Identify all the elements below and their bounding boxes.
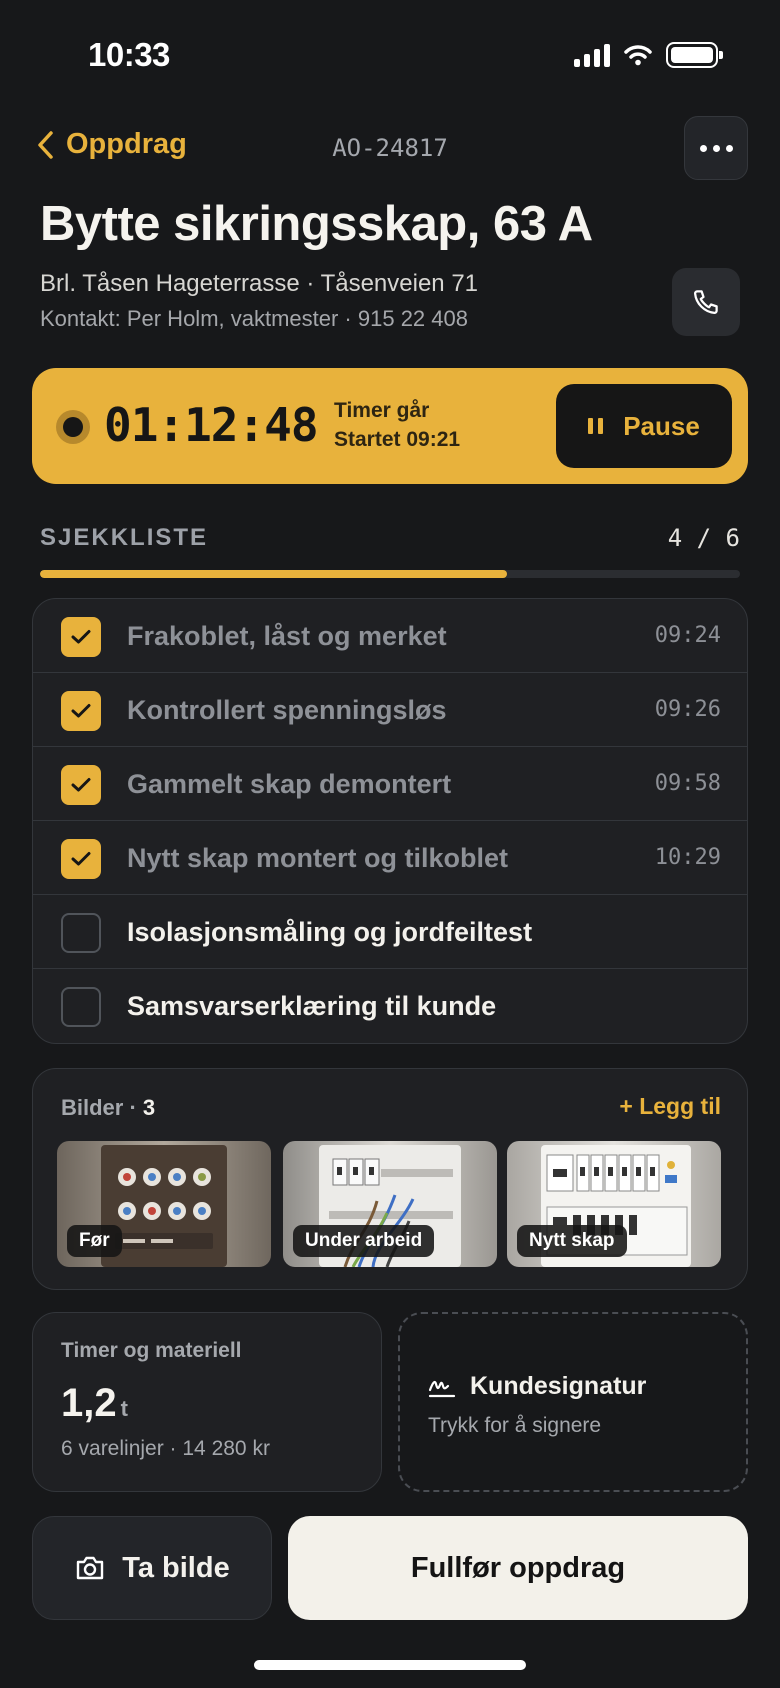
call-button[interactable]	[672, 268, 740, 336]
plus-icon: +	[619, 1093, 633, 1119]
more-button[interactable]	[684, 116, 748, 180]
camera-icon	[77, 1556, 104, 1580]
check-icon	[71, 630, 91, 644]
checklist-item-label: Frakoblet, låst og merket	[127, 621, 447, 651]
checklist-item-time: 09:24	[654, 623, 721, 648]
status-icons	[574, 42, 723, 68]
checklist-progress-bar	[40, 570, 740, 578]
materials-card[interactable]: Timer og materiell 1,2 t 6 varelinjer · 1…	[32, 1312, 382, 1492]
signature-card[interactable]: Kundesignatur Trykk for å signere	[398, 1312, 748, 1492]
phone-icon	[693, 290, 718, 315]
checklist-item-label: Samsvarserklæring til kunde	[127, 991, 497, 1021]
home-indicator	[254, 1660, 526, 1670]
checklist: Frakoblet, låst og merket 09:24 Kontroll…	[32, 598, 748, 1044]
checkbox[interactable]	[61, 765, 101, 805]
checklist-item[interactable]: Isolasjonsmåling og jordfeiltest	[33, 895, 747, 969]
materials-summary: 6 varelinjer · 14 280 kr	[61, 1437, 270, 1460]
checklist-item-time: 10:29	[654, 845, 721, 870]
status-time: 10:33	[88, 36, 170, 73]
checklist-item-label: Nytt skap montert og tilkoblet	[127, 843, 509, 873]
checkbox[interactable]	[61, 839, 101, 879]
photo-tag: Under arbeid	[293, 1225, 435, 1257]
signature-hint: Trykk for å signere	[428, 1414, 602, 1437]
checklist-item[interactable]: Gammelt skap demontert 09:58	[33, 747, 747, 821]
photos-count: 3	[142, 1095, 156, 1120]
materials-title: Timer og materiell	[61, 1339, 242, 1362]
job-id: AO-24817	[332, 134, 448, 162]
status-bar: 10:33	[0, 0, 780, 110]
checklist-progress-count: 4 / 6	[667, 524, 740, 552]
photos-title: Bilder · 3	[61, 1095, 155, 1121]
checklist-item[interactable]: Nytt skap montert og tilkoblet 10:29	[33, 821, 747, 895]
timer-value: 01:12:48	[104, 398, 319, 452]
add-photo-label: Legg til	[639, 1093, 721, 1119]
timer-card: 01:12:48 Timer går Startet 09:21 Pause	[32, 368, 748, 484]
pause-button[interactable]: Pause	[556, 384, 732, 468]
job-contact: Kontakt: Per Holm, vaktmester · 915 22 4…	[40, 306, 468, 331]
checkbox[interactable]	[61, 617, 101, 657]
checklist-item-label: Kontrollert spenningsløs	[127, 695, 447, 725]
checklist-item[interactable]: Samsvarserklæring til kunde	[33, 969, 747, 1043]
photos-title-label: Bilder ·	[61, 1095, 137, 1120]
checklist-item-label: Isolasjonsmåling og jordfeiltest	[127, 917, 533, 947]
materials-hours-value: 1,2	[61, 1381, 117, 1425]
photo-tag: Før	[67, 1225, 122, 1257]
check-icon	[71, 778, 91, 792]
checklist-item-label: Gammelt skap demontert	[127, 769, 452, 799]
job-address: Brl. Tåsen Hageterrasse · Tåsenveien 71	[40, 270, 479, 297]
timer-started-label: Startet 09:21	[334, 428, 461, 451]
timer-running-label: Timer går	[334, 399, 430, 422]
checklist-progress-fill	[40, 570, 507, 578]
pause-label: Pause	[623, 410, 700, 441]
checkbox[interactable]	[61, 987, 101, 1027]
check-icon	[71, 704, 91, 718]
finish-job-button[interactable]: Fullfør oppdrag	[288, 1516, 748, 1620]
add-photo-button[interactable]: + Legg til	[619, 1093, 721, 1120]
checkbox[interactable]	[61, 913, 101, 953]
checklist-item[interactable]: Frakoblet, låst og merket 09:24	[33, 599, 747, 673]
checkbox[interactable]	[61, 691, 101, 731]
take-photo-button[interactable]: Ta bilde	[32, 1516, 272, 1620]
materials-hours-unit: t	[120, 1396, 128, 1421]
battery-icon	[666, 42, 723, 68]
checklist-item-time: 09:26	[654, 697, 721, 722]
wifi-icon	[624, 45, 652, 66]
take-photo-label: Ta bilde	[122, 1551, 230, 1584]
checklist-heading: SJEKKLISTE	[40, 524, 209, 551]
more-icon	[699, 144, 707, 152]
materials-hours: 1,2 t	[61, 1381, 128, 1426]
signature-title-label: Kundesignatur	[470, 1372, 647, 1400]
nav-bar: Oppdrag AO-24817	[0, 112, 780, 184]
page-title: Bytte sikringsskap, 63 A	[40, 197, 593, 251]
photo-thumbnail-after[interactable]: Nytt skap	[507, 1141, 721, 1267]
checklist-item-time: 09:58	[654, 771, 721, 796]
record-icon	[56, 410, 90, 444]
check-icon	[71, 852, 91, 866]
signal-icon	[574, 43, 610, 67]
signature-icon	[428, 1380, 456, 1397]
signature-title: Kundesignatur	[428, 1372, 646, 1401]
timer-status: Timer går Startet 09:21	[334, 396, 460, 454]
photo-thumbnail-before[interactable]: Før	[57, 1141, 271, 1267]
photos-card: Bilder · 3 + Legg til Før Under arbeid N…	[32, 1068, 748, 1290]
checklist-item[interactable]: Kontrollert spenningsløs 09:26	[33, 673, 747, 747]
photo-thumbnail-during[interactable]: Under arbeid	[283, 1141, 497, 1267]
photo-tag: Nytt skap	[517, 1225, 627, 1257]
pause-icon	[588, 418, 604, 434]
